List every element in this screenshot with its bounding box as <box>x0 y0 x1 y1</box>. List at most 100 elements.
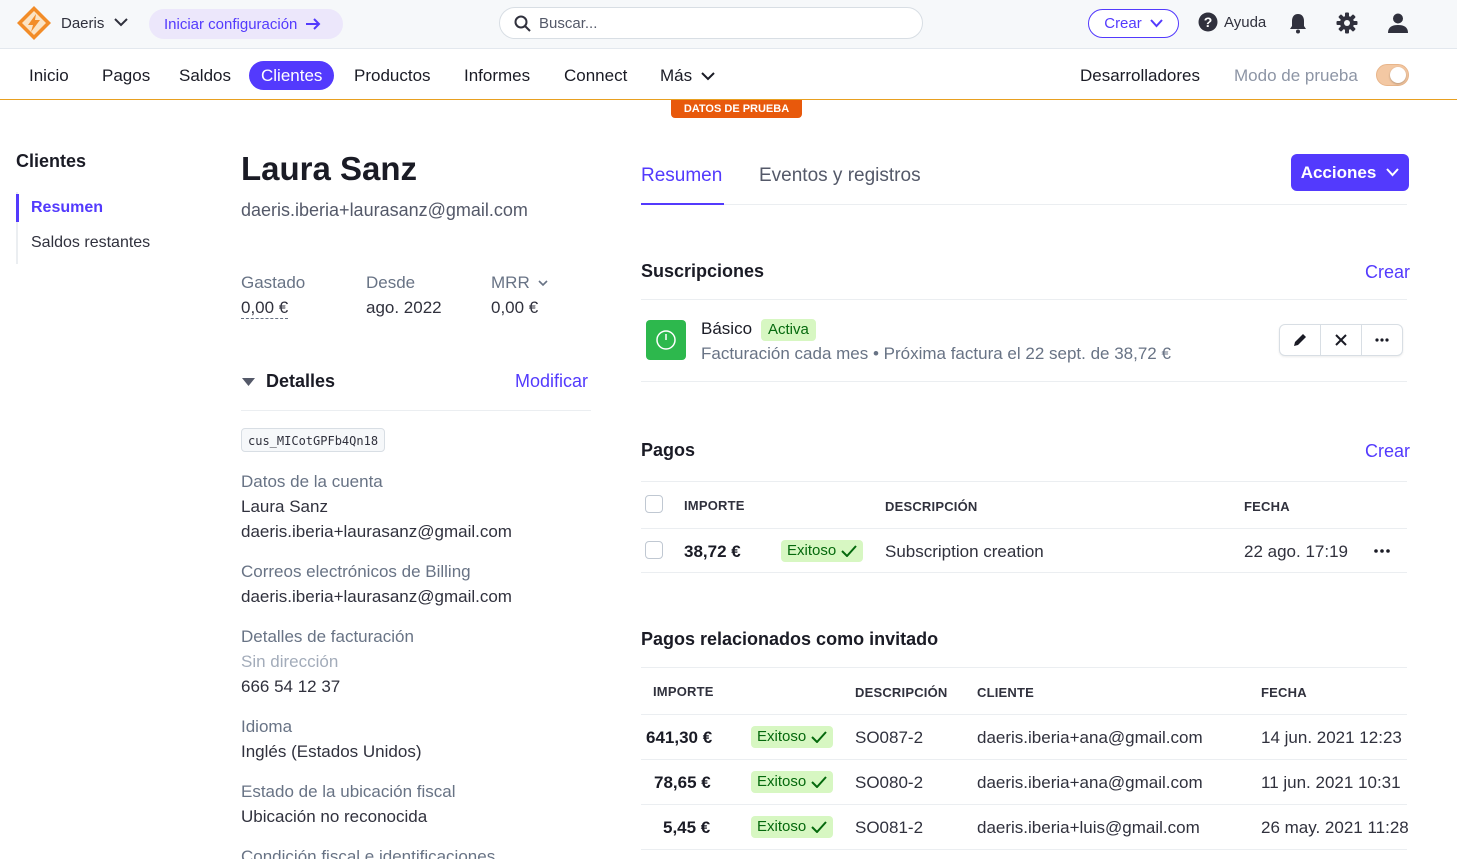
phone-value: 666 54 12 37 <box>241 677 341 696</box>
payment-amount: 78,65 € <box>654 773 711 792</box>
nav-item-inicio[interactable]: Inicio <box>29 61 69 90</box>
divider <box>641 804 1407 805</box>
svg-text:?: ? <box>1204 14 1213 30</box>
customer-name: Laura Sanz <box>241 150 418 187</box>
account-data-label: Datos de la cuenta <box>241 472 383 491</box>
nav-item-saldos[interactable]: Saldos <box>179 61 231 90</box>
divider <box>641 299 1407 300</box>
payment-customer: daeris.iberia+ana@gmail.com <box>977 728 1203 747</box>
language-value: Inglés (Estados Unidos) <box>241 742 422 761</box>
test-mode-label: Modo de prueba <box>1234 66 1358 85</box>
divider <box>641 572 1407 573</box>
divider <box>641 381 1407 382</box>
user-icon[interactable] <box>1387 12 1409 34</box>
nav-item-clientes[interactable]: Clientes <box>249 61 335 90</box>
actions-label: Acciones <box>1300 162 1377 182</box>
nav-item-connect[interactable]: Connect <box>564 61 627 90</box>
subscription-name[interactable]: Básico <box>701 319 752 339</box>
start-setup-button[interactable]: Iniciar configuración <box>149 9 343 39</box>
chevron-down-icon <box>701 72 715 81</box>
status-label: Exitoso <box>787 542 837 559</box>
stat-value-since: ago. 2022 <box>366 298 442 317</box>
create-payment-link[interactable]: Crear <box>1365 441 1410 462</box>
create-button[interactable]: Crear <box>1088 9 1179 38</box>
more-icon[interactable] <box>1373 548 1391 554</box>
chevron-down-icon <box>538 280 548 287</box>
nav-more-label: Más <box>660 66 693 85</box>
stat-label-since: Desde <box>366 273 416 292</box>
stat-label-spent: Gastado <box>241 273 306 292</box>
payment-date: 22 ago. 17:19 <box>1244 542 1348 561</box>
nav-item-more[interactable]: Más <box>660 61 715 90</box>
bell-icon[interactable] <box>1287 12 1309 34</box>
column-header-customer: CLIENTE <box>977 685 1035 700</box>
arrow-right-icon <box>306 18 321 30</box>
account-email-value: daeris.iberia+laurasanz@gmail.com <box>241 522 512 541</box>
modify-link[interactable]: Modificar <box>515 371 588 392</box>
tax-location-value: Ubicación no reconocida <box>241 807 428 826</box>
test-mode-toggle[interactable] <box>1376 64 1409 86</box>
status-label: Exitoso <box>757 773 807 790</box>
sidebar-active-indicator <box>16 194 19 222</box>
divider <box>641 714 1407 715</box>
status-badge: Activa <box>761 319 816 341</box>
column-header-date: FECHA <box>1261 685 1307 700</box>
divider <box>641 759 1407 760</box>
payment-description: SO087-2 <box>855 728 924 747</box>
divider <box>641 528 1407 529</box>
billing-details-label: Detalles de facturación <box>241 627 414 646</box>
edit-button[interactable] <box>1280 325 1321 355</box>
more-button[interactable] <box>1362 325 1402 355</box>
divider <box>641 849 1407 850</box>
nav-item-informes[interactable]: Informes <box>464 61 530 90</box>
account-logo-icon[interactable] <box>16 5 52 41</box>
start-setup-label: Iniciar configuración <box>164 15 298 33</box>
sidebar-item-resumen[interactable]: Resumen <box>31 199 103 217</box>
help-icon: ? <box>1198 12 1218 32</box>
pencil-icon <box>1294 334 1306 346</box>
column-header-amount: IMPORTE <box>653 684 714 699</box>
subscriptions-title: Suscripciones <box>641 261 765 281</box>
cancel-button[interactable] <box>1321 325 1362 355</box>
search-bar[interactable] <box>499 7 923 39</box>
select-all-checkbox[interactable] <box>645 495 663 513</box>
tab-eventos[interactable]: Eventos y registros <box>759 165 921 187</box>
help-button[interactable]: ? Ayuda <box>1198 12 1266 32</box>
nav-item-developers[interactable]: Desarrolladores <box>1080 61 1200 90</box>
status-badge: Exitoso <box>751 816 834 838</box>
customer-id[interactable]: cus_MICotGPFb4Qn18 <box>241 428 386 452</box>
subscription-description: Facturación cada mes • Próxima factura e… <box>701 344 1171 363</box>
payment-amount: 641,30 € <box>646 728 713 747</box>
divider <box>641 481 1407 482</box>
create-label: Crear <box>1104 15 1142 32</box>
column-header-description: DESCRIPCIÓN <box>885 499 978 514</box>
chevron-down-icon <box>1386 168 1400 177</box>
subscription-actions <box>1279 324 1403 356</box>
main-nav: Inicio Pagos Saldos Clientes Productos I… <box>0 50 1457 100</box>
stat-value-spent[interactable]: 0,00 € <box>241 298 289 319</box>
column-header-amount: IMPORTE <box>684 498 745 513</box>
tax-location-label: Estado de la ubicación fiscal <box>241 782 456 801</box>
help-label: Ayuda <box>1224 13 1267 31</box>
mrr-label: MRR <box>491 273 530 292</box>
sidebar-item-saldos-restantes[interactable]: Saldos restantes <box>31 234 150 252</box>
account-name[interactable]: Daeris <box>61 15 104 32</box>
tab-resumen[interactable]: Resumen <box>641 165 722 187</box>
stat-label-mrr[interactable]: MRR <box>491 273 548 293</box>
customer-email: daeris.iberia+laurasanz@gmail.com <box>241 200 528 220</box>
create-subscription-link[interactable]: Crear <box>1365 262 1410 283</box>
chevron-down-icon[interactable] <box>114 17 128 27</box>
row-checkbox[interactable] <box>645 541 663 559</box>
gear-icon[interactable] <box>1336 12 1358 34</box>
check-icon <box>811 776 827 788</box>
actions-button[interactable]: Acciones <box>1291 154 1409 191</box>
account-name-value: Laura Sanz <box>241 497 328 516</box>
status-label: Exitoso <box>757 818 807 835</box>
nav-item-pagos[interactable]: Pagos <box>102 61 150 90</box>
nav-item-productos[interactable]: Productos <box>354 61 431 90</box>
payment-customer: daeris.iberia+luis@gmail.com <box>977 818 1200 837</box>
search-icon <box>514 15 531 32</box>
details-toggle[interactable]: Detalles <box>241 371 335 392</box>
tax-status-label: Condición fiscal e identificaciones <box>241 847 496 859</box>
search-input[interactable] <box>539 14 899 32</box>
